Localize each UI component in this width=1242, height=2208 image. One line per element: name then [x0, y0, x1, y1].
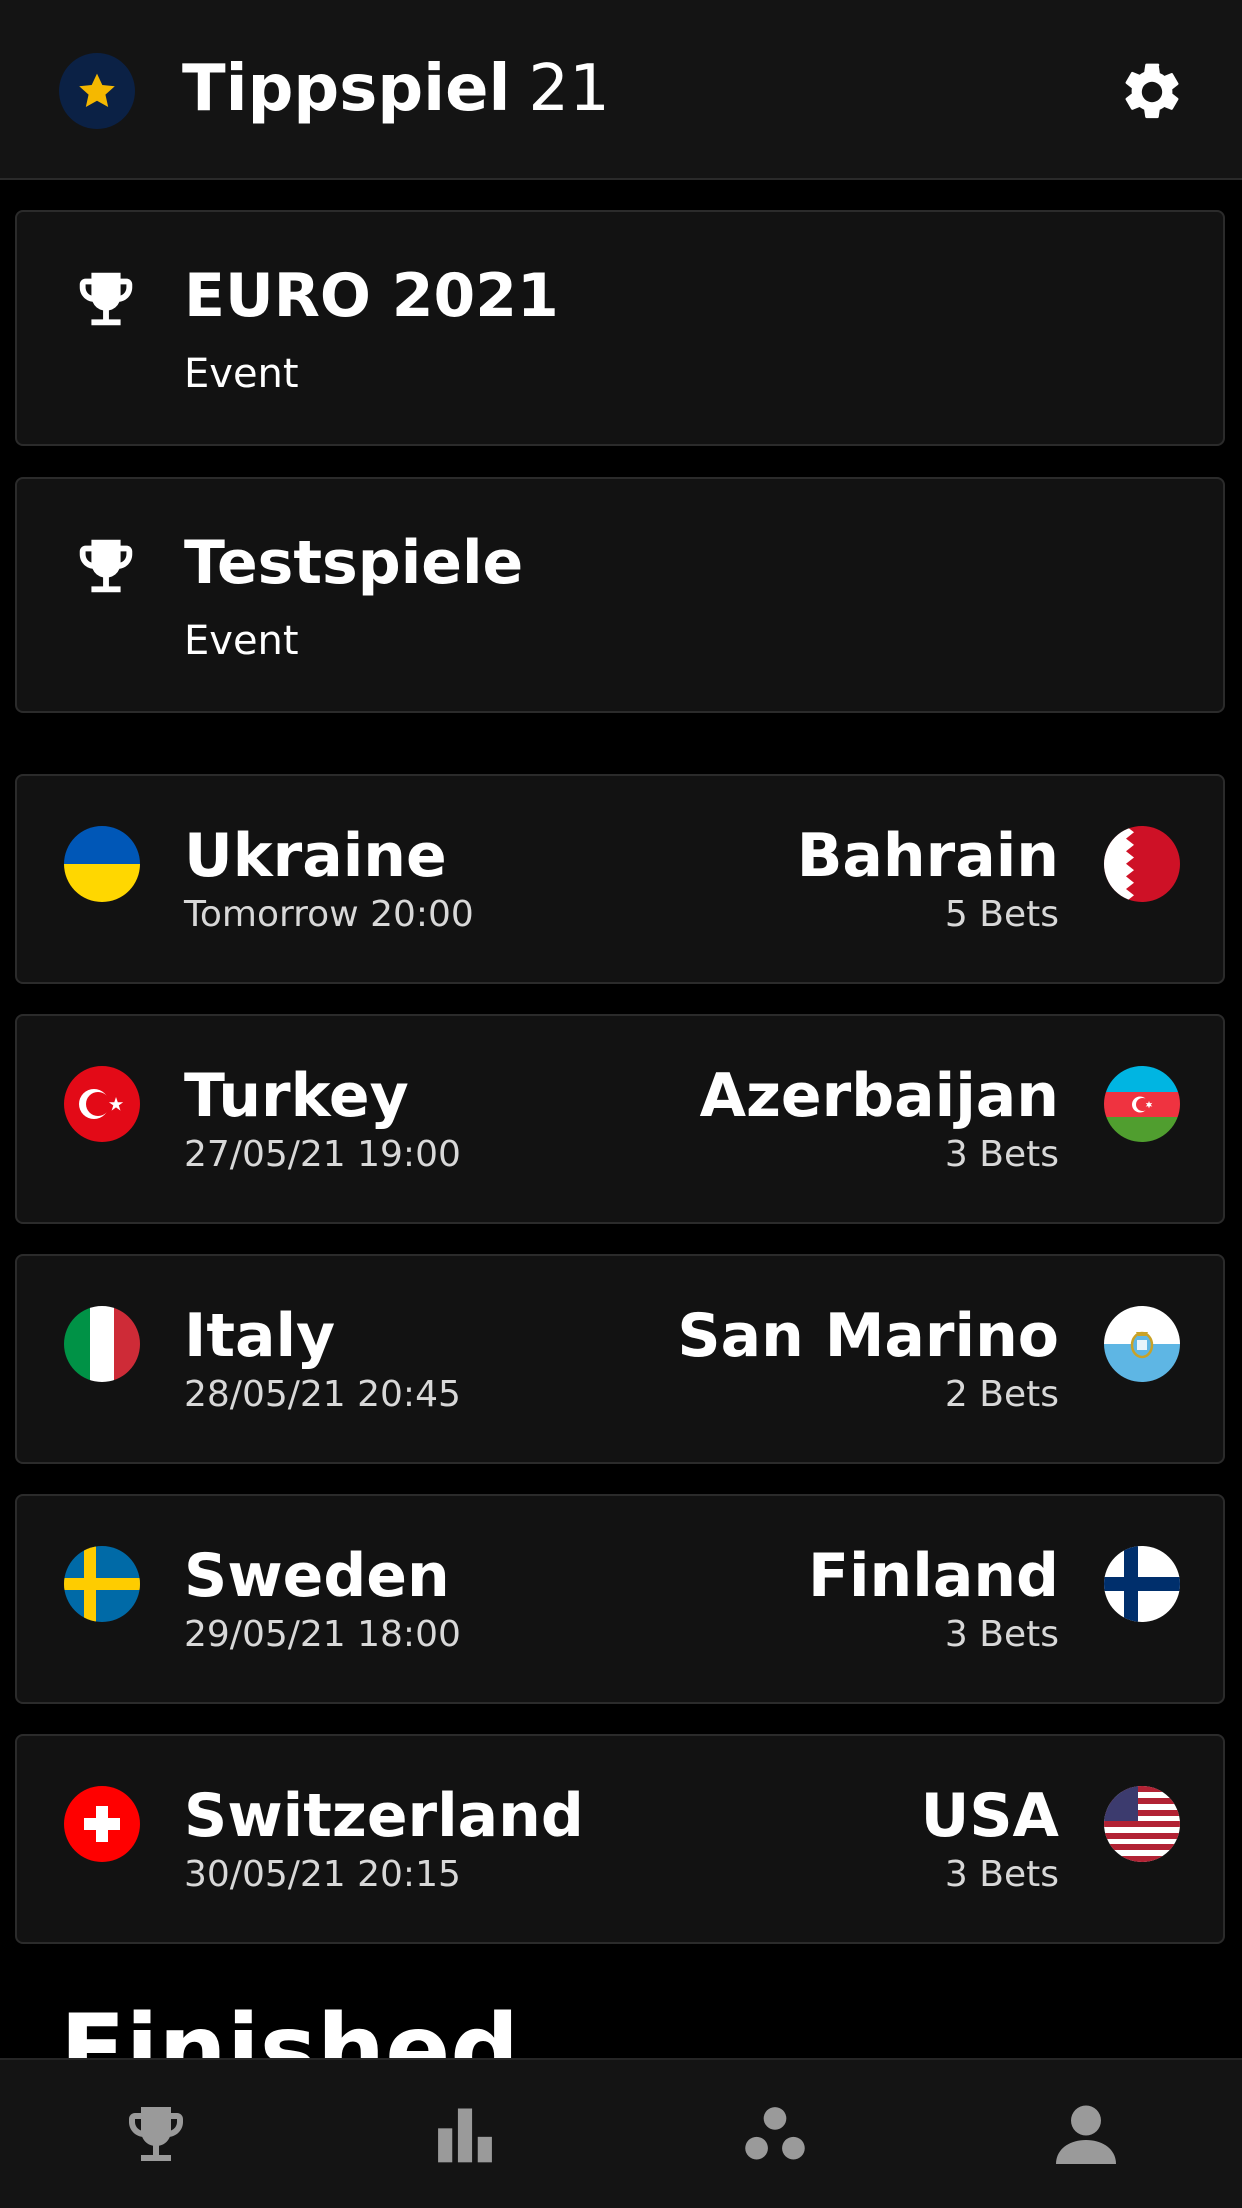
nav-profile-tab[interactable]: [1046, 2094, 1126, 2174]
bets-count: 3 Bets: [944, 1614, 1059, 1655]
app-logo: [59, 53, 135, 129]
away-team-name: USA: [920, 1781, 1059, 1851]
event-title: Testspiele: [184, 528, 524, 598]
match-date: Tomorrow 20:00: [184, 894, 474, 935]
azerbaijan-flag-icon: [1104, 1066, 1180, 1142]
match-date: 28/05/21 20:45: [184, 1374, 461, 1415]
nav-groups-tab[interactable]: [735, 2094, 815, 2174]
group-icon: [745, 2107, 805, 2160]
ukraine-flag-icon: [64, 826, 140, 902]
away-team-name: Azerbaijan: [699, 1061, 1059, 1131]
trophy-icon: [79, 539, 133, 593]
person-icon: [1056, 2105, 1116, 2164]
home-team-name: Ukraine: [184, 821, 447, 891]
match-date: 29/05/21 18:00: [184, 1614, 461, 1655]
san-marino-flag-icon: [1104, 1306, 1180, 1382]
event-subtitle: Event: [184, 618, 299, 664]
event-title: EURO 2021: [184, 261, 559, 331]
star-icon: [79, 73, 115, 107]
sweden-flag-icon: [64, 1546, 140, 1622]
bets-count: 3 Bets: [944, 1854, 1059, 1895]
home-team-name: Italy: [184, 1301, 336, 1371]
app-title: Tippspiel 21: [182, 47, 610, 131]
app-title-bold: Tippspiel: [182, 52, 511, 126]
match-card-switzerland-usa[interactable]: Switzerland 30/05/21 20:15 USA 3 Bets: [15, 1734, 1225, 1944]
match-card-sweden-finland[interactable]: Sweden 29/05/21 18:00 Finland 3 Bets: [15, 1494, 1225, 1704]
match-card-italy-san-marino[interactable]: Italy 28/05/21 20:45 San Marino 2 Bets: [15, 1254, 1225, 1464]
away-team-name: San Marino: [677, 1301, 1059, 1371]
app-header: Tippspiel 21: [0, 0, 1242, 180]
match-date: 27/05/21 19:00: [184, 1134, 461, 1175]
event-subtitle: Event: [184, 351, 299, 397]
event-card-euro-2021[interactable]: EURO 2021 Event: [15, 210, 1225, 446]
away-team-name: Bahrain: [796, 821, 1059, 891]
bets-count: 5 Bets: [944, 894, 1059, 935]
app-title-year: 21: [528, 52, 610, 126]
bar-chart-icon: [438, 2108, 492, 2163]
trophy-icon: [79, 272, 133, 326]
bets-count: 2 Bets: [944, 1374, 1059, 1415]
finland-flag-icon: [1104, 1546, 1180, 1622]
gear-icon: [1125, 63, 1179, 119]
nav-ranking-tab[interactable]: [425, 2094, 505, 2174]
trophy-icon: [129, 2107, 183, 2161]
turkey-flag-icon: [64, 1066, 140, 1142]
event-card-testspiele[interactable]: Testspiele Event: [15, 477, 1225, 713]
bets-count: 3 Bets: [944, 1134, 1059, 1175]
nav-events-tab[interactable]: [116, 2094, 196, 2174]
italy-flag-icon: [64, 1306, 140, 1382]
usa-flag-icon: [1104, 1786, 1180, 1862]
match-date: 30/05/21 20:15: [184, 1854, 461, 1895]
bottom-navigation: [0, 2058, 1242, 2208]
away-team-name: Finland: [808, 1541, 1059, 1611]
home-team-name: Sweden: [184, 1541, 450, 1611]
home-team-name: Switzerland: [184, 1781, 584, 1851]
switzerland-flag-icon: [64, 1786, 140, 1862]
settings-button[interactable]: [1118, 58, 1186, 126]
home-team-name: Turkey: [184, 1061, 409, 1131]
match-card-ukraine-bahrain[interactable]: Ukraine Tomorrow 20:00 Bahrain 5 Bets: [15, 774, 1225, 984]
match-card-turkey-azerbaijan[interactable]: Turkey 27/05/21 19:00 Azerbaijan 3 Bets: [15, 1014, 1225, 1224]
bahrain-flag-icon: [1104, 826, 1180, 902]
